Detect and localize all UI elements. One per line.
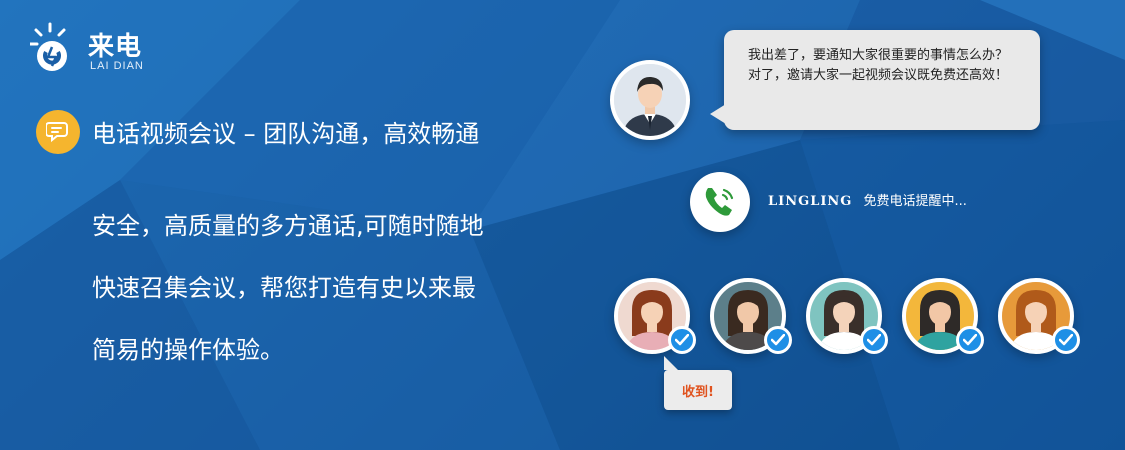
phone-icon[interactable]: [690, 172, 750, 232]
check-icon: [860, 326, 888, 354]
reply-text: 收到!: [682, 384, 714, 400]
logo[interactable]: 来电 LAI DIAN: [30, 22, 180, 80]
check-icon: [764, 326, 792, 354]
logo-sun-icon: [30, 22, 67, 71]
body-line: 快速召集会议，帮您打造有史以来最: [92, 274, 476, 302]
body-copy: 安全，高质量的多方通话,可随时随地 快速召集会议，帮您打造有史以来最 简易的操作…: [92, 206, 602, 392]
headline: 电话视频会议 – 团队沟通，高效畅通: [92, 120, 480, 148]
participant-man-beard: [710, 278, 792, 358]
speech-bubble: 我出差了，要通知大家很重要的事情怎么办？对了，邀请大家一起视频会议既免费还高效！: [710, 30, 1040, 130]
check-icon: [1052, 326, 1080, 354]
banner: 来电 LAI DIAN 电话视频会议 – 团队沟通，高效畅通 安全，高质量的多方…: [0, 0, 1125, 450]
reply-bubble: 收到!: [664, 356, 732, 410]
logo-name: 来电: [88, 32, 143, 62]
body-line: 简易的操作体验。: [92, 336, 284, 364]
participant-woman-red-hair: [614, 278, 696, 358]
speech-bubble-text: 我出差了，要通知大家很重要的事情怎么办？对了，邀请大家一起视频会议既免费还高效！: [748, 48, 1009, 83]
caller-name: LINGLING: [768, 194, 853, 209]
check-icon: [956, 326, 984, 354]
participant-woman-orange: [998, 278, 1080, 358]
logo-subtitle: LAI DIAN: [90, 60, 144, 72]
call-status-text: 免费电话提醒中...: [863, 194, 967, 209]
body-line: 安全，高质量的多方通话,可随时随地: [92, 212, 484, 240]
caller-avatar: [610, 60, 690, 140]
call-status: LINGLING 免费电话提醒中...: [768, 190, 967, 209]
participant-woman-yellow: [902, 278, 984, 358]
chat-bubble-icon: [36, 110, 80, 154]
check-icon: [668, 326, 696, 354]
participant-woman-teal: [806, 278, 888, 358]
